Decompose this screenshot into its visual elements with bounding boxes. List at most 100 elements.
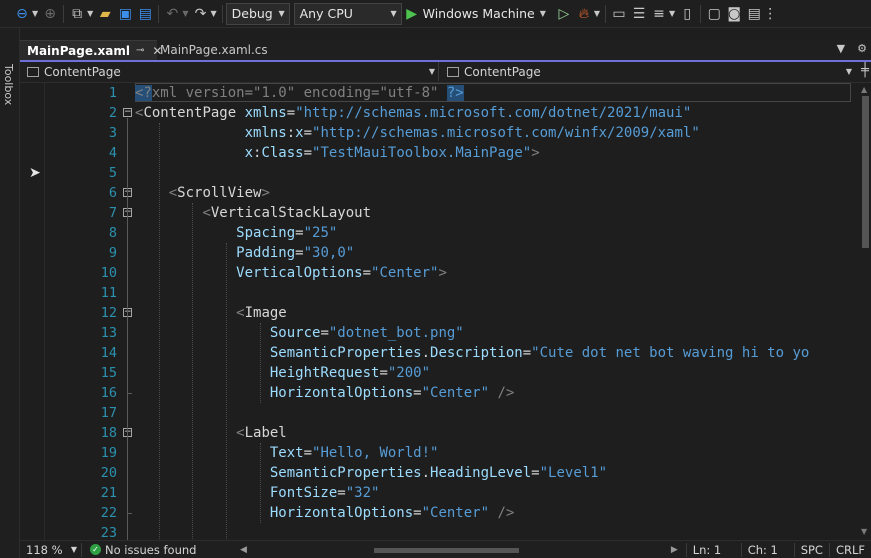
line-number: 4 <box>108 145 117 161</box>
code-token: Class <box>261 145 304 161</box>
member-dropdown[interactable]: ContentPage ▼ <box>440 62 855 81</box>
window-icon[interactable]: ▢ <box>704 3 724 25</box>
code-line[interactable]: VerticalOptions="Center"> <box>135 263 447 283</box>
new-project-icon[interactable]: ⧉ <box>67 3 87 25</box>
code-line[interactable]: Text="Hello, World!" <box>135 443 439 463</box>
issues-indicator[interactable]: ✓ No issues found <box>82 543 240 557</box>
code-editor[interactable]: ➤ 1 2 3 4 5 6 7 8 9 10 11 12 13 14 15 16 17 18 19 20 21 22 23 … <box>20 83 859 540</box>
run-icon: ▶ <box>406 5 418 22</box>
toolbox-tab[interactable]: Toolbox <box>2 64 15 105</box>
scroll-up-icon[interactable]: ▲ <box>861 85 867 94</box>
code-line[interactable]: Padding="30,0" <box>135 243 354 263</box>
forward-icon[interactable]: ⊕ <box>40 3 60 25</box>
tab-label: MainPage.xaml <box>27 43 131 58</box>
pin-icon[interactable]: ⊸ <box>136 45 144 56</box>
tab-list-dropdown-icon[interactable]: ▼ <box>837 42 845 55</box>
column-indicator[interactable]: Ch: 1 <box>740 542 794 557</box>
code-token: /> <box>489 385 515 401</box>
code-token: x <box>295 125 304 141</box>
more-dropdown-icon[interactable]: ▼ <box>669 9 675 18</box>
code-line[interactable]: <ContentPage xmlns="http://schemas.micro… <box>135 103 691 123</box>
outdent-icon[interactable]: ≡ <box>649 3 669 25</box>
configuration-value: Debug <box>231 6 273 21</box>
left-tool-strip: Toolbox <box>0 28 20 558</box>
toolbar-separator <box>221 4 223 23</box>
code-token: x <box>244 145 254 161</box>
device-icon[interactable]: ▯ <box>677 3 697 25</box>
code-line[interactable]: xmlns:x="http://schemas.microsoft.com/wi… <box>135 123 700 143</box>
camera-icon[interactable]: ◙ <box>724 3 744 25</box>
undo-icon[interactable]: ↶ <box>162 3 182 25</box>
code-line[interactable]: Spacing="25" <box>135 223 337 243</box>
scroll-down-icon[interactable]: ▼ <box>861 527 867 536</box>
solution-explorer-icon[interactable]: ▭ <box>609 3 629 25</box>
code-line[interactable]: SemanticProperties.HeadingLevel="Level1" <box>135 463 607 483</box>
vertical-scrollbar[interactable]: ▲ ▼ <box>859 83 871 540</box>
platform-select[interactable]: Any CPU ▼ <box>293 2 402 25</box>
tab-mainpage-xaml[interactable]: MainPage.xaml ⊸ ✕ <box>20 40 162 60</box>
scroll-right-icon[interactable]: ▶ <box>671 545 678 555</box>
code-line[interactable]: x:Class="TestMauiToolbox.MainPage"> <box>135 143 540 163</box>
vertical-scroll-thumb[interactable] <box>862 96 869 248</box>
configuration-select[interactable]: Debug ▼ <box>225 2 290 25</box>
line-number: 17 <box>100 405 117 421</box>
toolbar-separator <box>700 4 702 23</box>
line-number: 3 <box>108 125 117 141</box>
code-line[interactable]: HeightRequest="200" <box>135 363 430 383</box>
split-editor-icon[interactable]: ╪ <box>861 63 869 78</box>
code-token: "dotnet_bot.png" <box>328 325 464 341</box>
save-icon[interactable]: ▣ <box>115 3 135 25</box>
horizontal-scroll-thumb[interactable] <box>373 547 519 553</box>
collapse-icon[interactable]: − <box>123 108 132 117</box>
horizontal-scrollbar[interactable] <box>249 544 669 556</box>
line-number: 13 <box>100 325 117 341</box>
line-number: 21 <box>100 485 117 501</box>
undo-dropdown-icon[interactable]: ▼ <box>182 9 188 18</box>
line-indicator[interactable]: Ln: 1 <box>685 542 741 557</box>
code-token: "http://schemas.microsoft.com/dotnet/202… <box>295 105 692 121</box>
line-number: 6 <box>108 185 117 201</box>
code-line[interactable]: SemanticProperties.Description="Cute dot… <box>135 343 809 363</box>
indent-icon[interactable]: ☰ <box>629 3 649 25</box>
code-token: = <box>295 225 304 241</box>
code-token: "32" <box>345 485 380 501</box>
new-project-dropdown-icon[interactable]: ▼ <box>87 9 93 18</box>
run-button[interactable]: ▶ Windows Machine ▼ <box>406 3 548 25</box>
hot-reload-dropdown-icon[interactable]: ▼ <box>594 9 600 18</box>
line-ending-indicator[interactable]: CRLF <box>828 542 871 557</box>
whitespace-indicator[interactable]: SPC <box>793 542 829 557</box>
start-without-debug-icon[interactable]: ▷ <box>554 3 574 25</box>
back-icon[interactable]: ⊖ <box>12 3 32 25</box>
code-line[interactable]: <?xml version="1.0" encoding="utf-8" ?> <box>135 83 464 103</box>
code-line[interactable]: FontSize="32" <box>135 483 380 503</box>
code-line[interactable]: <ScrollView> <box>135 183 270 203</box>
check-icon: ✓ <box>90 544 101 555</box>
code-line[interactable]: <VerticalStackLayout <box>135 203 371 223</box>
tab-mainpage-xaml-cs[interactable]: MainPage.xaml.cs <box>158 40 300 60</box>
scroll-left-icon[interactable]: ◀ <box>240 545 247 555</box>
toolbar-separator <box>605 4 607 23</box>
save-all-icon[interactable]: ▤ <box>135 3 155 25</box>
hot-reload-icon[interactable]: 🔥︎ <box>574 3 594 25</box>
element-icon <box>447 66 459 77</box>
zoom-level: 118 % <box>26 542 63 557</box>
main-toolbar: ⊖ ▼ ⊕ ⧉ ▼ ▰ ▣ ▤ ↶ ▼ ↷ ▼ Debug ▼ Any CPU … <box>0 0 871 28</box>
more-icon[interactable]: ⋮ <box>763 3 777 25</box>
code-token: = <box>379 365 388 381</box>
redo-icon[interactable]: ↷ <box>190 3 210 25</box>
redo-dropdown-icon[interactable]: ▼ <box>210 9 216 18</box>
type-dropdown[interactable]: ContentPage ▼ <box>20 62 439 81</box>
back-dropdown-icon[interactable]: ▼ <box>32 9 38 18</box>
open-icon[interactable]: ▰ <box>95 3 115 25</box>
code-line[interactable]: Source="dotnet_bot.png" <box>135 323 464 343</box>
settings-gear-icon[interactable]: ⚙ <box>857 42 867 55</box>
terminal-icon[interactable]: ▤ <box>744 3 764 25</box>
zoom-control[interactable]: 118 % ▼ <box>20 542 82 557</box>
